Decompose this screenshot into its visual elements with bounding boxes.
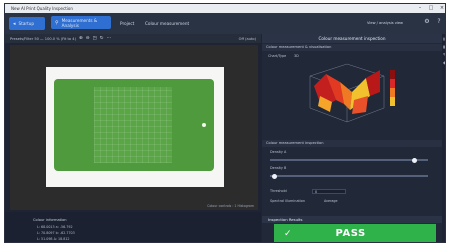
pass-status-banner: ✓ PASS: [274, 224, 436, 242]
info-line: L: 68.0013 a: -56.792: [37, 225, 73, 229]
close-icon[interactable]: ×: [439, 5, 445, 11]
visualisation-section-header: Colour measurement & visualisation: [262, 44, 442, 51]
illumination-label: Spectral illumination: [270, 199, 306, 203]
header-icons: ⚙ ?: [423, 18, 443, 26]
chart-icon[interactable]: ▤: [443, 36, 445, 41]
top-navigation: ◂ Startup ⚲ Measurements & Analysis Proj…: [5, 13, 445, 34]
slider-a-track[interactable]: [270, 159, 428, 161]
3d-surface-plot[interactable]: [292, 56, 402, 128]
panel-title: Colour measurement inspection: [262, 34, 442, 43]
measurement-point[interactable]: [202, 123, 206, 127]
minimize-icon[interactable]: –: [417, 5, 423, 11]
layers-icon[interactable]: ◈: [443, 60, 445, 65]
slider-a-label: Density A: [270, 150, 287, 154]
window-title: New AI Print Quality Inspection: [11, 6, 73, 11]
viewer-toolbar: Presets/Filter 50 — 100.0 % (Fit to 4) ⊕…: [5, 34, 261, 43]
threshold-input[interactable]: 0: [312, 189, 346, 194]
side-toolbar: ▤ ▦ ✎ ◈: [443, 36, 445, 65]
fit-icon[interactable]: ◳: [93, 36, 97, 41]
edit-icon[interactable]: ✎: [443, 52, 445, 57]
slider-b-label: Density B: [270, 166, 287, 170]
info-title: Colour information: [33, 218, 67, 222]
checkmark-icon: ✓: [284, 228, 292, 239]
tab-colour-measurement[interactable]: Colour measurement: [145, 21, 189, 26]
slider-b-thumb[interactable]: [272, 173, 277, 179]
search-icon: ⚲: [55, 19, 59, 26]
inspection-section-header: Colour measurement inspection: [262, 140, 442, 147]
rotate-icon[interactable]: ↻: [100, 36, 104, 41]
slider-b-track[interactable]: [270, 175, 428, 177]
illumination-select[interactable]: Average: [324, 199, 338, 203]
help-icon[interactable]: ?: [435, 18, 443, 26]
settings-icon[interactable]: ⚙: [423, 18, 431, 26]
view-selector[interactable]: View / analysis view: [367, 21, 403, 25]
measurement-grid: [94, 87, 172, 163]
inspection-results-header: Inspection Results: [262, 216, 442, 223]
more-icon[interactable]: ⋯: [107, 36, 112, 41]
back-arrow-icon: ◂: [13, 20, 16, 27]
info-line: L: 51.098 Δ: 18.812: [37, 237, 70, 241]
inspection-panel: Colour measurement inspection Colour mea…: [262, 34, 442, 242]
scanned-sheet: [46, 67, 224, 187]
zoom-out-icon[interactable]: ⊖: [86, 36, 90, 41]
title-bar: New AI Print Quality Inspection – □ ×: [5, 4, 445, 13]
colour-info-panel: Colour information L: 68.0013 a: -56.792…: [5, 212, 261, 242]
startup-button[interactable]: ◂ Startup: [9, 17, 45, 30]
slider-a-thumb[interactable]: [412, 157, 417, 163]
tab-measurements[interactable]: ⚲ Measurements & Analysis: [51, 16, 111, 29]
window-controls: – □ ×: [417, 5, 445, 11]
tab-project[interactable]: Project: [120, 21, 134, 26]
pass-label: PASS: [335, 228, 366, 239]
zoom-in-icon[interactable]: ⊕: [79, 36, 83, 41]
chart-type-label: Chart/Type: [268, 54, 287, 58]
image-viewer[interactable]: Colour controls : 1 Histogram: [10, 45, 258, 210]
threshold-label: Threshold: [270, 189, 287, 193]
toolbar-mode[interactable]: Off (auto): [239, 37, 256, 41]
info-line: L: 70.8097 b: -62.7703: [37, 231, 75, 235]
toolbar-icons: ⊕ ⊖ ◳ ↻ ⋯: [79, 36, 111, 41]
app-window: New AI Print Quality Inspection – □ × ◂ …: [4, 3, 446, 243]
maximize-icon[interactable]: □: [428, 5, 434, 11]
grid-icon[interactable]: ▦: [443, 44, 445, 49]
zoom-preset-label[interactable]: Presets/Filter 50 — 100.0 % (Fit to 4): [10, 37, 76, 41]
printed-green-patch: [54, 79, 214, 171]
viewer-status: Colour controls : 1 Histogram: [207, 204, 254, 208]
